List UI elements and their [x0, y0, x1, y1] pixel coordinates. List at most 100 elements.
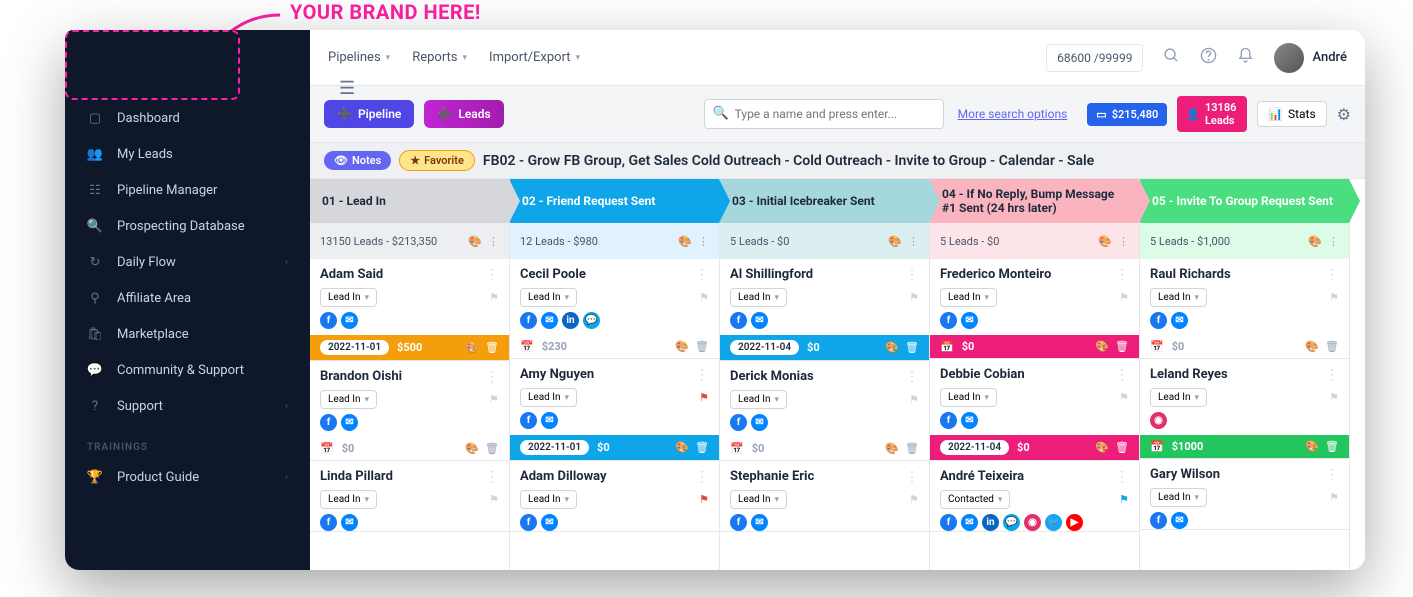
palette-icon[interactable]: 🎨 — [1095, 441, 1109, 454]
lead-card[interactable]: Al Shillingford⋮Lead In ▾⚑f✉2022-11-04$0… — [720, 259, 929, 361]
pipeline-button[interactable]: ➕Pipeline — [324, 100, 414, 128]
fb-icon[interactable]: f — [320, 312, 337, 329]
lead-card[interactable]: André Teixeira⋮Contacted ▾⚑f✉in💬◉🐦▶ — [930, 461, 1139, 532]
ms-icon[interactable]: ✉ — [961, 514, 978, 531]
calendar-icon[interactable]: 📅 — [320, 442, 334, 455]
more-icon[interactable]: ⋮ — [698, 235, 709, 248]
ig-icon[interactable]: ◉ — [1150, 412, 1167, 429]
column-header[interactable]: 02 - Friend Request Sent — [510, 179, 719, 223]
calendar-icon[interactable]: 📅 — [940, 340, 954, 353]
fb-icon[interactable]: f — [730, 312, 747, 329]
more-icon[interactable]: ⋮ — [1325, 367, 1339, 383]
more-icon[interactable]: ⋮ — [905, 469, 919, 485]
li-icon[interactable]: in — [562, 312, 579, 329]
ms-icon[interactable]: ✉ — [751, 312, 768, 329]
sidebar-item-marketplace[interactable]: 🛍Marketplace — [65, 316, 310, 352]
more-icon[interactable]: ⋮ — [908, 235, 919, 248]
more-search-link[interactable]: More search options — [958, 107, 1068, 121]
palette-icon[interactable]: 🎨 — [885, 442, 899, 455]
palette-icon[interactable]: 🎨 — [1095, 340, 1109, 353]
flag-icon[interactable]: ⚑ — [699, 391, 709, 404]
sidebar-item-community-support[interactable]: 💬Community & Support — [65, 352, 310, 388]
palette-icon[interactable]: 🎨 — [678, 235, 692, 248]
more-icon[interactable]: ⋮ — [485, 369, 499, 385]
flag-icon[interactable]: ⚑ — [489, 291, 499, 304]
flag-icon[interactable]: ⚑ — [699, 493, 709, 506]
lead-card[interactable]: Adam Dilloway⋮Lead In ▾⚑f✉ — [510, 461, 719, 532]
trash-icon[interactable]: 🗑 — [1325, 340, 1339, 353]
stage-select[interactable]: Lead In ▾ — [520, 288, 577, 307]
calendar-icon[interactable]: 📅 — [1150, 340, 1164, 353]
trash-icon[interactable]: 🗑 — [485, 442, 499, 455]
ms-icon[interactable]: ✉ — [751, 514, 768, 531]
palette-icon[interactable]: 🎨 — [465, 341, 479, 354]
palette-icon[interactable]: 🎨 — [465, 442, 479, 455]
stage-select[interactable]: Lead In ▾ — [320, 390, 377, 409]
stage-select[interactable]: Lead In ▾ — [940, 288, 997, 307]
trash-icon[interactable]: 🗑 — [1115, 340, 1129, 353]
more-icon[interactable]: ⋮ — [1118, 235, 1129, 248]
user-menu[interactable]: André — [1274, 43, 1347, 73]
ms-icon[interactable]: ✉ — [961, 412, 978, 429]
ch-icon[interactable]: 💬 — [583, 312, 600, 329]
fb-icon[interactable]: f — [940, 514, 957, 531]
more-icon[interactable]: ⋮ — [1115, 367, 1129, 383]
stage-select[interactable]: Lead In ▾ — [1150, 388, 1207, 407]
trash-icon[interactable]: 🗑 — [1325, 440, 1339, 453]
column-header[interactable]: 03 - Initial Icebreaker Sent — [720, 179, 929, 223]
flag-icon[interactable]: ⚑ — [699, 291, 709, 304]
ms-icon[interactable]: ✉ — [751, 414, 768, 431]
column-header[interactable]: 01 - Lead In — [310, 179, 509, 223]
lead-card[interactable]: Raul Richards⋮Lead In ▾⚑f✉📅$0🎨🗑 — [1140, 259, 1349, 359]
ms-icon[interactable]: ✉ — [541, 412, 558, 429]
palette-icon[interactable]: 🎨 — [1305, 340, 1319, 353]
sidebar-item-support[interactable]: ?Support› — [65, 388, 310, 424]
more-icon[interactable]: ⋮ — [485, 469, 499, 485]
palette-icon[interactable]: 🎨 — [885, 341, 899, 354]
trash-icon[interactable]: 🗑 — [905, 341, 919, 354]
search-icon[interactable] — [1163, 47, 1180, 69]
lead-card[interactable]: Adam Said⋮Lead In ▾⚑f✉2022-11-01$500🎨🗑 — [310, 259, 509, 361]
trash-icon[interactable]: 🗑 — [905, 442, 919, 455]
flag-icon[interactable]: ⚑ — [909, 493, 919, 506]
sidebar-item-product-guide[interactable]: 🏆Product Guide› — [65, 459, 310, 495]
palette-icon[interactable]: 🎨 — [675, 340, 689, 353]
ms-icon[interactable]: ✉ — [341, 312, 358, 329]
li-icon[interactable]: in — [982, 514, 999, 531]
trash-icon[interactable]: 🗑 — [695, 340, 709, 353]
more-icon[interactable]: ⋮ — [695, 267, 709, 283]
calendar-icon[interactable]: 📅 — [730, 442, 744, 455]
fb-icon[interactable]: f — [730, 414, 747, 431]
sidebar-toggle-icon[interactable]: ☰ — [339, 78, 355, 99]
ig-icon[interactable]: ◉ — [1024, 514, 1041, 531]
fb-icon[interactable]: f — [940, 312, 957, 329]
search-input[interactable] — [704, 99, 944, 129]
stage-select[interactable]: Lead In ▾ — [940, 388, 997, 407]
lead-card[interactable]: Derick Monias⋮Lead In ▾⚑f✉📅$0🎨🗑 — [720, 361, 929, 461]
fb-icon[interactable]: f — [1150, 312, 1167, 329]
flag-icon[interactable]: ⚑ — [909, 291, 919, 304]
fb-icon[interactable]: f — [730, 514, 747, 531]
flag-icon[interactable]: ⚑ — [1119, 291, 1129, 304]
palette-icon[interactable]: 🎨 — [1305, 440, 1319, 453]
more-icon[interactable]: ⋮ — [1115, 469, 1129, 485]
lead-card[interactable]: Leland Reyes⋮Lead In ▾⚑◉📅$1000🎨🗑 — [1140, 359, 1349, 459]
more-icon[interactable]: ⋮ — [905, 369, 919, 385]
lead-card[interactable]: Cecil Poole⋮Lead In ▾⚑f✉in💬📅$230🎨🗑 — [510, 259, 719, 359]
help-icon[interactable] — [1200, 47, 1217, 69]
stage-select[interactable]: Lead In ▾ — [320, 490, 377, 509]
fb-icon[interactable]: f — [520, 312, 537, 329]
stage-select[interactable]: Contacted ▾ — [940, 490, 1010, 509]
fb-icon[interactable]: f — [520, 514, 537, 531]
lead-card[interactable]: Amy Nguyen⋮Lead In ▾⚑f✉2022-11-01$0🎨🗑 — [510, 359, 719, 461]
more-icon[interactable]: ⋮ — [1328, 235, 1339, 248]
more-icon[interactable]: ⋮ — [1325, 267, 1339, 283]
stage-select[interactable]: Lead In ▾ — [1150, 488, 1207, 507]
sidebar-item-daily-flow[interactable]: ↻Daily Flow› — [65, 244, 310, 280]
calendar-icon[interactable]: 📅 — [520, 340, 534, 353]
more-icon[interactable]: ⋮ — [1325, 467, 1339, 483]
bell-icon[interactable] — [1237, 47, 1254, 69]
lead-card[interactable]: Brandon Oishi⋮Lead In ▾⚑f✉📅$0🎨🗑 — [310, 361, 509, 461]
stage-select[interactable]: Lead In ▾ — [520, 388, 577, 407]
trash-icon[interactable]: 🗑 — [1115, 441, 1129, 454]
